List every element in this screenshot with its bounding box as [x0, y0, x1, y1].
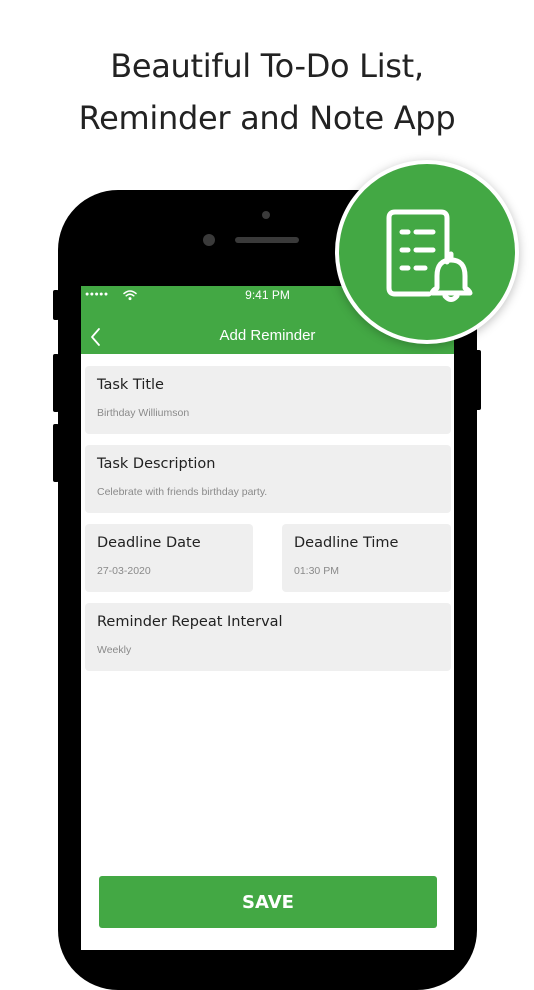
app-badge-circle: [339, 164, 515, 340]
repeat-interval-value: Weekly: [97, 644, 132, 656]
task-title-label: Task Title: [97, 377, 164, 393]
headline-line-1: Beautiful To-Do List,: [110, 47, 424, 85]
app-badge: [335, 160, 519, 344]
deadline-date-label: Deadline Date: [97, 535, 201, 551]
phone-speaker: [235, 237, 299, 243]
phone-screen: ●●●●● 9:41 PM Add Reminder Task Title Bi…: [81, 286, 454, 950]
deadline-time-field[interactable]: Deadline Time 01:30 PM: [282, 524, 451, 592]
task-description-field[interactable]: Task Description Celebrate with friends …: [85, 445, 451, 513]
task-title-field[interactable]: Task Title Birthday Williumson: [85, 366, 451, 434]
phone-sensor: [262, 211, 270, 219]
deadline-date-value: 27-03-2020: [97, 565, 151, 577]
deadline-date-field[interactable]: Deadline Date 27-03-2020: [85, 524, 253, 592]
task-description-value: Celebrate with friends birthday party.: [97, 486, 268, 498]
save-button[interactable]: SAVE: [99, 876, 437, 928]
task-title-value: Birthday Williumson: [97, 407, 190, 419]
deadline-time-value: 01:30 PM: [294, 565, 339, 577]
repeat-interval-label: Reminder Repeat Interval: [97, 614, 283, 630]
task-description-label: Task Description: [97, 456, 216, 472]
headline-line-2: Reminder and Note App: [78, 99, 456, 137]
reminder-list-bell-icon: [386, 209, 473, 302]
phone-camera: [203, 234, 215, 246]
repeat-interval-field[interactable]: Reminder Repeat Interval Weekly: [85, 603, 451, 671]
deadline-time-label: Deadline Time: [294, 535, 399, 551]
